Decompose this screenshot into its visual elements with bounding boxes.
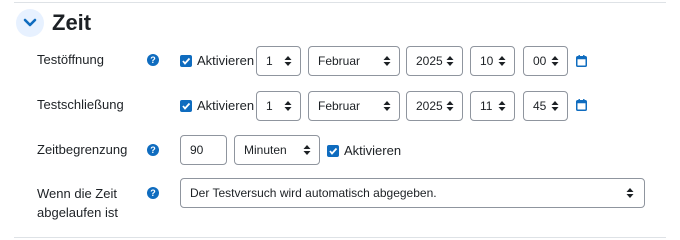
checkmark-icon <box>182 102 191 110</box>
expiry-action-value: Der Testversuch wird automatisch abgegeb… <box>190 186 437 200</box>
up-down-caret-icon <box>284 101 292 111</box>
close-hour-value: 11 <box>480 99 493 113</box>
top-divider <box>14 2 666 3</box>
checkmark-icon <box>329 147 338 155</box>
open-minute-select[interactable]: 00 <box>523 46 568 76</box>
close-month-select[interactable]: Februar <box>308 91 400 121</box>
close-label: Testschließung <box>37 97 124 112</box>
up-down-caret-icon <box>551 56 559 66</box>
expiry-label-line2: abgelaufen ist <box>37 205 118 220</box>
up-down-caret-icon <box>383 101 391 111</box>
up-down-caret-icon <box>551 101 559 111</box>
open-year-select[interactable]: 2025 <box>406 46 463 76</box>
bottom-divider <box>14 237 666 238</box>
close-minute-value: 45 <box>533 99 547 113</box>
up-down-caret-icon <box>284 56 292 66</box>
expiry-action-select[interactable]: Der Testversuch wird automatisch abgegeb… <box>180 178 645 208</box>
expiry-label-line1: Wenn die Zeit <box>37 186 117 201</box>
up-down-caret-icon <box>383 56 391 66</box>
section-header: Zeit <box>16 9 91 37</box>
limit-value-input[interactable]: 90 <box>180 135 227 165</box>
up-down-caret-icon <box>303 145 311 155</box>
limit-enable-label: Aktivieren <box>344 143 402 158</box>
limit-enable-checkbox[interactable]: Aktivieren <box>327 143 401 158</box>
limit-value: 90 <box>190 143 204 157</box>
open-hour-select[interactable]: 10 <box>470 46 515 76</box>
open-enable-box[interactable] <box>180 54 192 67</box>
section-title: Zeit <box>52 10 92 35</box>
question-circle-icon: ? <box>150 145 156 155</box>
close-hour-select[interactable]: 11 <box>470 91 515 121</box>
close-day-value: 1 <box>266 99 273 113</box>
open-day-value: 1 <box>266 54 273 68</box>
close-minute-select[interactable]: 45 <box>523 91 568 121</box>
close-year-select[interactable]: 2025 <box>406 91 463 121</box>
limit-unit-value: Minuten <box>244 143 287 157</box>
close-month-value: Februar <box>318 99 361 113</box>
up-down-caret-icon <box>446 101 454 111</box>
collapse-toggle-button[interactable] <box>16 9 44 37</box>
open-minute-value: 00 <box>533 54 547 68</box>
open-hour-value: 10 <box>480 54 494 68</box>
close-year-value: 2025 <box>416 99 443 113</box>
up-down-caret-icon <box>446 56 454 66</box>
limit-help-button[interactable]: ? <box>147 144 159 156</box>
open-enable-label: Aktivieren <box>197 53 255 68</box>
close-day-select[interactable]: 1 <box>256 91 301 121</box>
calendar-icon[interactable] <box>576 99 587 111</box>
calendar-icon[interactable] <box>576 55 587 67</box>
up-down-caret-icon <box>626 188 634 198</box>
checkmark-icon <box>182 57 191 65</box>
chevron-down-icon <box>23 18 37 27</box>
open-day-select[interactable]: 1 <box>256 46 301 76</box>
open-enable-checkbox[interactable]: Aktivieren <box>180 53 254 68</box>
open-year-value: 2025 <box>416 54 443 68</box>
close-enable-label: Aktivieren <box>197 98 255 113</box>
close-enable-checkbox[interactable]: Aktivieren <box>180 98 254 113</box>
question-circle-icon: ? <box>150 55 156 65</box>
close-enable-box[interactable] <box>180 99 192 112</box>
expiry-help-button[interactable]: ? <box>147 187 159 199</box>
question-circle-icon: ? <box>150 188 156 198</box>
limit-label: Zeitbegrenzung <box>37 142 128 157</box>
up-down-caret-icon <box>498 101 506 111</box>
open-month-value: Februar <box>318 54 361 68</box>
limit-enable-box[interactable] <box>327 144 339 157</box>
open-label: Testöffnung <box>37 52 104 67</box>
limit-unit-select[interactable]: Minuten <box>234 135 320 165</box>
open-month-select[interactable]: Februar <box>308 46 400 76</box>
up-down-caret-icon <box>498 56 506 66</box>
open-help-button[interactable]: ? <box>147 54 159 66</box>
